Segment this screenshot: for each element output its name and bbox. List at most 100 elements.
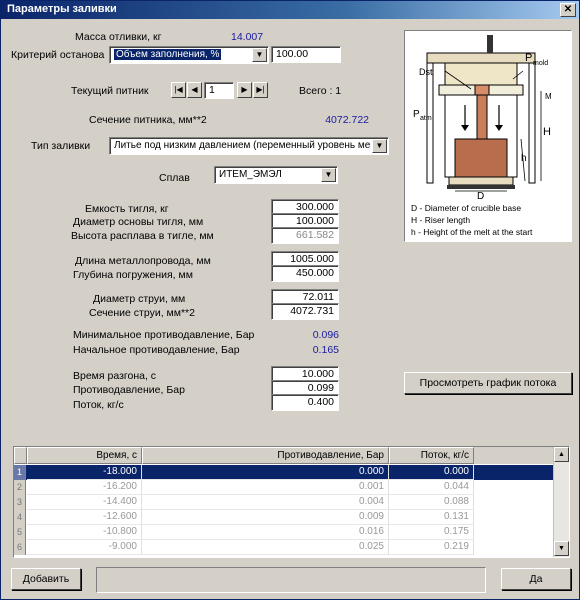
status-panel	[96, 567, 486, 593]
table-header: Время, с Противодавление, Бар Поток, кг/…	[14, 447, 569, 464]
row-number: 4	[14, 510, 26, 525]
cell-backpressure: 0.009	[142, 510, 389, 525]
metal-mass-label: Масса отливки, кг	[75, 31, 162, 43]
table-row[interactable]: 6 -9.000 0.025 0.219	[14, 540, 554, 555]
table-row[interactable]: 3 -14.400 0.004 0.088	[14, 495, 554, 510]
backpressure-label: Противодавление, Бар	[73, 384, 185, 396]
alloy-selected: ИТЕМ_ЭМЭЛ	[219, 169, 282, 180]
feeder-section-value: 4072.722	[325, 114, 369, 126]
table-row[interactable]: 4 -12.600 0.009 0.131	[14, 510, 554, 525]
p-atm-sub: atm	[420, 115, 432, 122]
header-time[interactable]: Время, с	[27, 447, 142, 464]
close-icon[interactable]: ✕	[560, 3, 576, 17]
window-title: Параметры заливки	[7, 3, 117, 15]
legend-line-h: h - Height of the melt at the start	[411, 227, 533, 237]
cell-time: -9.000	[27, 540, 142, 555]
view-flow-graph-button[interactable]: Просмотреть график потока	[404, 372, 572, 394]
cell-flow: 0.044	[389, 480, 474, 495]
scroll-up-icon[interactable]: ▲	[554, 447, 569, 462]
flow-input[interactable]: 0.400	[271, 394, 339, 411]
first-record-icon[interactable]: |◀	[171, 82, 186, 98]
row-number: 6	[14, 540, 26, 555]
casting-type-selected: Литье под низким давлением (переменный у…	[114, 140, 371, 151]
header-backpressure[interactable]: Противодавление, Бар	[142, 447, 389, 464]
cell-time: -10.800	[27, 525, 142, 540]
crucible-capacity-label: Емкость тигля, кг	[85, 203, 169, 215]
table-scrollbar[interactable]: ▲ ▼	[553, 447, 569, 557]
p-atm-label: P	[413, 109, 420, 120]
header-flow[interactable]: Поток, кг/с	[389, 447, 474, 464]
cell-time: -12.600	[27, 510, 142, 525]
table-row[interactable]: 1 -18.000 0.000 0.000	[14, 465, 554, 480]
p-mold-sub: mold	[533, 60, 548, 67]
start-backpressure-value: 0.165	[312, 344, 339, 356]
casting-schematic: P mold Dst P atm H h D M	[413, 35, 552, 202]
h-label: h	[521, 153, 527, 164]
cell-flow: 0.131	[389, 510, 474, 525]
cell-time: -16.200	[27, 480, 142, 495]
prev-record-icon[interactable]: ◀	[187, 82, 202, 98]
jet-section-input[interactable]: 4072.731	[271, 303, 339, 320]
cell-backpressure: 0.004	[142, 495, 389, 510]
low-pressure-casting-diagram: P mold Dst P atm H h D M D - Diameter of…	[404, 30, 572, 242]
cell-time: -18.000	[27, 465, 142, 480]
row-number: 2	[14, 480, 26, 495]
p-mold-label: P	[525, 52, 532, 64]
start-backpressure-label: Начальное противодавление, Бар	[73, 344, 240, 356]
chevron-down-icon[interactable]: ▼	[372, 139, 387, 153]
stop-criterion-selected: Объем заполнения, %	[114, 49, 222, 60]
cell-flow: 0.000	[389, 465, 474, 480]
immersion-depth-label: Глубина погружения, мм	[73, 269, 193, 281]
cell-flow: 0.175	[389, 525, 474, 540]
cell-backpressure: 0.025	[142, 540, 389, 555]
alloy-label: Сплав	[159, 172, 190, 184]
immersion-depth-input[interactable]: 450.000	[271, 265, 339, 282]
cell-flow: 0.088	[389, 495, 474, 510]
header-corner	[14, 447, 27, 464]
stop-criterion-label: Критерий останова	[11, 49, 105, 61]
table-row[interactable]: 5 -10.800 0.016 0.175	[14, 525, 554, 540]
metal-mass-value: 14.007	[231, 31, 264, 43]
cell-flow: 0.219	[389, 540, 474, 555]
current-feeder-label: Текущий питник	[71, 85, 149, 97]
flow-table[interactable]: Время, с Противодавление, Бар Поток, кг/…	[13, 446, 570, 558]
pipe-length-label: Длина металлопровода, мм	[75, 255, 211, 267]
alloy-select[interactable]: ИТЕМ_ЭМЭЛ ▼	[214, 166, 338, 184]
cell-backpressure: 0.000	[142, 465, 389, 480]
jet-diameter-label: Диаметр струи, мм	[93, 293, 186, 305]
d-label: D	[477, 191, 484, 199]
jet-section-label: Сечение струи, мм**2	[89, 307, 195, 319]
accel-time-label: Время разгона, с	[73, 370, 157, 382]
melt-height-input[interactable]: 661.582	[271, 227, 339, 244]
chevron-down-icon[interactable]: ▼	[321, 168, 336, 182]
casting-type-label: Тип заливки	[31, 140, 91, 152]
h-big-label: H	[543, 126, 551, 138]
last-record-icon[interactable]: ▶|	[253, 82, 268, 98]
title-bar: Параметры заливки ✕	[1, 1, 579, 19]
cell-backpressure: 0.001	[142, 480, 389, 495]
cell-time: -14.400	[27, 495, 142, 510]
ok-button[interactable]: Да	[501, 568, 571, 590]
next-record-icon[interactable]: ▶	[237, 82, 252, 98]
min-backpressure-label: Минимальное противодавление, Бар	[73, 329, 255, 341]
row-number: 3	[14, 495, 26, 510]
row-number: 5	[14, 525, 26, 540]
flow-label: Поток, кг/с	[73, 399, 124, 411]
feeder-section-label: Сечение питника, мм**2	[89, 114, 207, 126]
feeder-total: Всего : 1	[299, 85, 342, 97]
current-feeder-input[interactable]: 1	[204, 82, 234, 99]
add-button[interactable]: Добавить	[11, 568, 81, 590]
ml-label: M	[545, 92, 552, 101]
legend-line-d: D - Diameter of crucible base	[411, 203, 522, 213]
casting-type-select[interactable]: Литье под низким давлением (переменный у…	[109, 137, 389, 155]
row-number: 1	[14, 465, 26, 480]
table-row[interactable]: 2 -16.200 0.001 0.044	[14, 480, 554, 495]
stop-criterion-input[interactable]: 100.00	[271, 46, 341, 63]
melt-height-label: Высота расплава в тигле, мм	[71, 230, 214, 242]
scroll-down-icon[interactable]: ▼	[554, 541, 569, 556]
cell-backpressure: 0.016	[142, 525, 389, 540]
stop-criterion-select[interactable]: Объем заполнения, % ▼	[109, 46, 269, 64]
chevron-down-icon[interactable]: ▼	[252, 48, 267, 62]
dialog-window: Параметры заливки ✕ Масса отливки, кг 14…	[0, 0, 580, 600]
legend-line-h-big: H - Riser length	[411, 215, 471, 225]
